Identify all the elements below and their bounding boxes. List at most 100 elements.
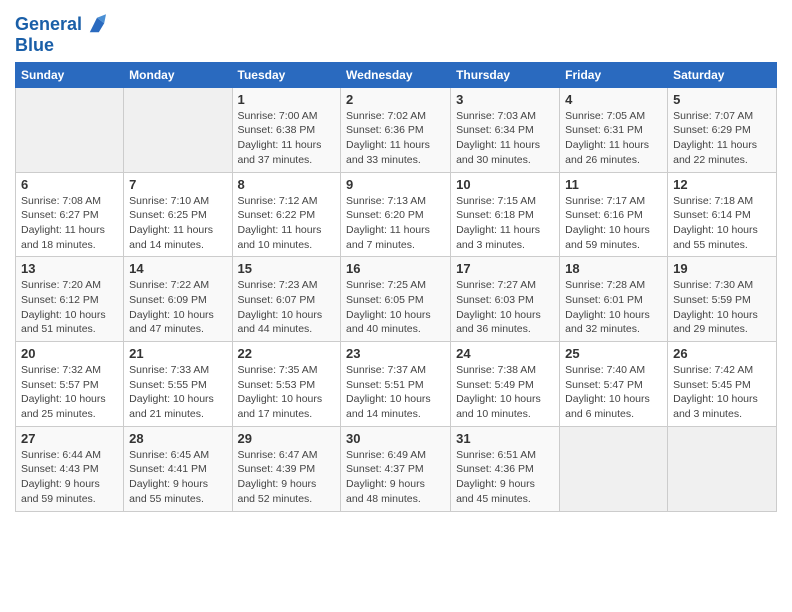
day-number: 19 — [673, 261, 771, 276]
calendar-cell: 14 Sunrise: 7:22 AM Sunset: 6:09 PM Dayli… — [124, 257, 232, 342]
day-number: 18 — [565, 261, 662, 276]
day-number: 23 — [346, 346, 445, 361]
weekday-header-thursday: Thursday — [451, 62, 560, 87]
logo-general: General — [15, 14, 82, 34]
calendar-cell: 27 Sunrise: 6:44 AM Sunset: 4:43 PM Dayli… — [16, 426, 124, 511]
day-number: 12 — [673, 177, 771, 192]
calendar-cell: 18 Sunrise: 7:28 AM Sunset: 6:01 PM Dayli… — [560, 257, 668, 342]
day-info: Sunrise: 7:33 AM Sunset: 5:55 PM Dayligh… — [129, 363, 226, 422]
day-info: Sunrise: 7:20 AM Sunset: 6:12 PM Dayligh… — [21, 278, 118, 337]
day-info: Sunrise: 7:27 AM Sunset: 6:03 PM Dayligh… — [456, 278, 554, 337]
day-number: 22 — [238, 346, 336, 361]
day-info: Sunrise: 7:25 AM Sunset: 6:05 PM Dayligh… — [346, 278, 445, 337]
calendar-week-row: 1 Sunrise: 7:00 AM Sunset: 6:38 PM Daylig… — [16, 87, 777, 172]
calendar-cell: 25Sunrise: 7:40 AM Sunset: 5:47 PM Dayli… — [560, 342, 668, 427]
calendar-cell: 24Sunrise: 7:38 AM Sunset: 5:49 PM Dayli… — [451, 342, 560, 427]
calendar-cell: 9 Sunrise: 7:13 AM Sunset: 6:20 PM Daylig… — [341, 172, 451, 257]
calendar-cell: 8 Sunrise: 7:12 AM Sunset: 6:22 PM Daylig… — [232, 172, 341, 257]
calendar-week-row: 13 Sunrise: 7:20 AM Sunset: 6:12 PM Dayli… — [16, 257, 777, 342]
calendar-cell: 16 Sunrise: 7:25 AM Sunset: 6:05 PM Dayli… — [341, 257, 451, 342]
day-number: 29 — [238, 431, 336, 446]
day-number: 16 — [346, 261, 445, 276]
day-number: 25 — [565, 346, 662, 361]
day-info: Sunrise: 7:23 AM Sunset: 6:07 PM Dayligh… — [238, 278, 336, 337]
day-number: 31 — [456, 431, 554, 446]
calendar-cell: 15 Sunrise: 7:23 AM Sunset: 6:07 PM Dayli… — [232, 257, 341, 342]
day-number: 17 — [456, 261, 554, 276]
day-info: Sunrise: 7:18 AM Sunset: 6:14 PM Dayligh… — [673, 194, 771, 253]
day-info: Sunrise: 7:22 AM Sunset: 6:09 PM Dayligh… — [129, 278, 226, 337]
calendar-cell: 29 Sunrise: 6:47 AM Sunset: 4:39 PM Dayli… — [232, 426, 341, 511]
logo-blue: Blue — [15, 35, 54, 55]
calendar-cell: 4 Sunrise: 7:05 AM Sunset: 6:31 PM Daylig… — [560, 87, 668, 172]
day-number: 9 — [346, 177, 445, 192]
day-number: 28 — [129, 431, 226, 446]
day-info: Sunrise: 6:51 AM Sunset: 4:36 PM Dayligh… — [456, 448, 554, 507]
calendar-cell: 23Sunrise: 7:37 AM Sunset: 5:51 PM Dayli… — [341, 342, 451, 427]
day-number: 5 — [673, 92, 771, 107]
day-number: 8 — [238, 177, 336, 192]
day-number: 26 — [673, 346, 771, 361]
day-number: 13 — [21, 261, 118, 276]
calendar-cell: 20Sunrise: 7:32 AM Sunset: 5:57 PM Dayli… — [16, 342, 124, 427]
day-number: 24 — [456, 346, 554, 361]
calendar-cell: 30Sunrise: 6:49 AM Sunset: 4:37 PM Dayli… — [341, 426, 451, 511]
calendar-cell: 11Sunrise: 7:17 AM Sunset: 6:16 PM Dayli… — [560, 172, 668, 257]
day-number: 4 — [565, 92, 662, 107]
calendar-cell: 28 Sunrise: 6:45 AM Sunset: 4:41 PM Dayli… — [124, 426, 232, 511]
calendar-cell: 5 Sunrise: 7:07 AM Sunset: 6:29 PM Daylig… — [668, 87, 777, 172]
day-number: 1 — [238, 92, 336, 107]
day-info: Sunrise: 6:44 AM Sunset: 4:43 PM Dayligh… — [21, 448, 118, 507]
calendar-cell: 10Sunrise: 7:15 AM Sunset: 6:18 PM Dayli… — [451, 172, 560, 257]
day-info: Sunrise: 7:05 AM Sunset: 6:31 PM Dayligh… — [565, 109, 662, 168]
calendar-cell — [668, 426, 777, 511]
calendar-cell: 7Sunrise: 7:10 AM Sunset: 6:25 PM Daylig… — [124, 172, 232, 257]
day-number: 3 — [456, 92, 554, 107]
calendar-cell — [16, 87, 124, 172]
calendar-cell — [560, 426, 668, 511]
calendar-cell: 3Sunrise: 7:03 AM Sunset: 6:34 PM Daylig… — [451, 87, 560, 172]
logo-bird-icon — [88, 14, 106, 36]
day-number: 10 — [456, 177, 554, 192]
page-header: General Blue — [15, 10, 777, 56]
day-info: Sunrise: 7:08 AM Sunset: 6:27 PM Dayligh… — [21, 194, 118, 253]
day-info: Sunrise: 6:45 AM Sunset: 4:41 PM Dayligh… — [129, 448, 226, 507]
weekday-header-wednesday: Wednesday — [341, 62, 451, 87]
calendar-cell: 31 Sunrise: 6:51 AM Sunset: 4:36 PM Dayli… — [451, 426, 560, 511]
calendar-cell: 17 Sunrise: 7:27 AM Sunset: 6:03 PM Dayli… — [451, 257, 560, 342]
day-number: 21 — [129, 346, 226, 361]
calendar-week-row: 6 Sunrise: 7:08 AM Sunset: 6:27 PM Daylig… — [16, 172, 777, 257]
day-number: 7 — [129, 177, 226, 192]
day-info: Sunrise: 7:35 AM Sunset: 5:53 PM Dayligh… — [238, 363, 336, 422]
day-number: 15 — [238, 261, 336, 276]
calendar-table: SundayMondayTuesdayWednesdayThursdayFrid… — [15, 62, 777, 512]
day-info: Sunrise: 7:13 AM Sunset: 6:20 PM Dayligh… — [346, 194, 445, 253]
day-info: Sunrise: 7:07 AM Sunset: 6:29 PM Dayligh… — [673, 109, 771, 168]
day-number: 27 — [21, 431, 118, 446]
calendar-cell — [124, 87, 232, 172]
day-info: Sunrise: 7:12 AM Sunset: 6:22 PM Dayligh… — [238, 194, 336, 253]
logo-text: General Blue — [15, 14, 106, 56]
day-info: Sunrise: 7:17 AM Sunset: 6:16 PM Dayligh… — [565, 194, 662, 253]
day-info: Sunrise: 7:42 AM Sunset: 5:45 PM Dayligh… — [673, 363, 771, 422]
weekday-header-tuesday: Tuesday — [232, 62, 341, 87]
calendar-cell: 26 Sunrise: 7:42 AM Sunset: 5:45 PM Dayli… — [668, 342, 777, 427]
day-info: Sunrise: 7:32 AM Sunset: 5:57 PM Dayligh… — [21, 363, 118, 422]
day-number: 14 — [129, 261, 226, 276]
calendar-week-row: 27 Sunrise: 6:44 AM Sunset: 4:43 PM Dayli… — [16, 426, 777, 511]
day-info: Sunrise: 7:30 AM Sunset: 5:59 PM Dayligh… — [673, 278, 771, 337]
weekday-header-monday: Monday — [124, 62, 232, 87]
calendar-week-row: 20Sunrise: 7:32 AM Sunset: 5:57 PM Dayli… — [16, 342, 777, 427]
day-number: 6 — [21, 177, 118, 192]
calendar-cell: 6 Sunrise: 7:08 AM Sunset: 6:27 PM Daylig… — [16, 172, 124, 257]
day-info: Sunrise: 7:00 AM Sunset: 6:38 PM Dayligh… — [238, 109, 336, 168]
calendar-cell: 22 Sunrise: 7:35 AM Sunset: 5:53 PM Dayli… — [232, 342, 341, 427]
calendar-cell: 19 Sunrise: 7:30 AM Sunset: 5:59 PM Dayli… — [668, 257, 777, 342]
weekday-header-sunday: Sunday — [16, 62, 124, 87]
day-info: Sunrise: 7:28 AM Sunset: 6:01 PM Dayligh… — [565, 278, 662, 337]
day-info: Sunrise: 6:47 AM Sunset: 4:39 PM Dayligh… — [238, 448, 336, 507]
calendar-cell: 2Sunrise: 7:02 AM Sunset: 6:36 PM Daylig… — [341, 87, 451, 172]
calendar-cell: 13 Sunrise: 7:20 AM Sunset: 6:12 PM Dayli… — [16, 257, 124, 342]
logo: General Blue — [15, 14, 106, 56]
day-number: 2 — [346, 92, 445, 107]
